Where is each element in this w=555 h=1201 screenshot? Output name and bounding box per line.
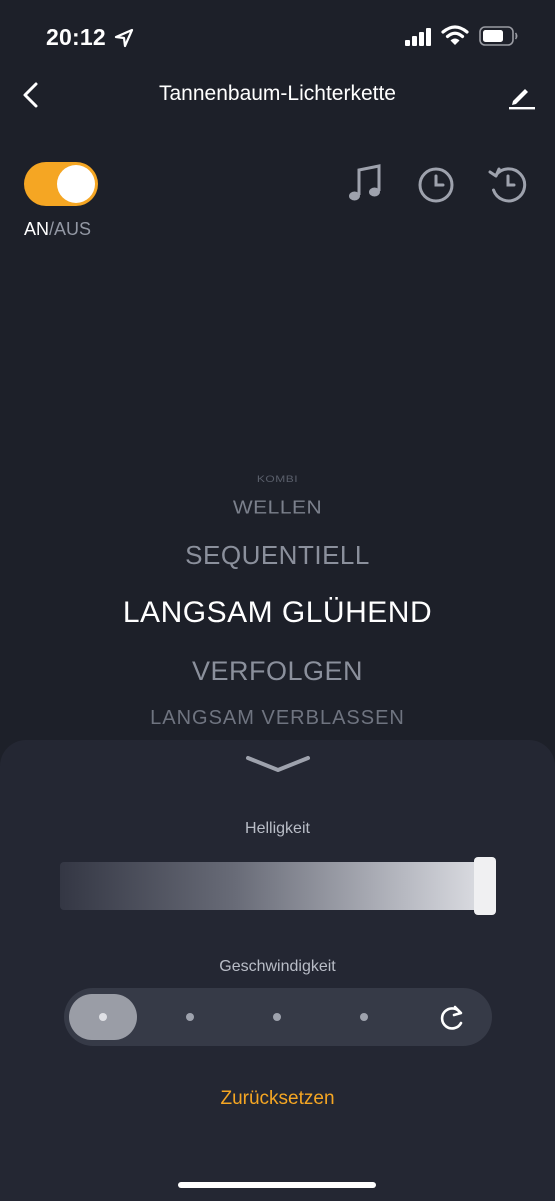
status-bar: 20:12 [0, 0, 555, 70]
brightness-track [60, 862, 496, 910]
mode-item[interactable]: LANGSAM VERBLASSEN [0, 707, 555, 730]
home-indicator [178, 1182, 376, 1188]
location-arrow-icon [114, 28, 134, 48]
speed-selector[interactable] [64, 988, 492, 1046]
toggle-knob [57, 165, 95, 203]
cellular-signal-icon [405, 28, 431, 46]
speed-dot [360, 1013, 368, 1021]
nav-bar: Tannenbaum-Lichterkette [0, 70, 555, 120]
speed-option-3[interactable] [242, 988, 312, 1046]
mode-item[interactable]: VERFOLGEN [0, 656, 555, 687]
mode-item[interactable]: WELLEN [0, 497, 555, 519]
speed-dot [99, 1013, 107, 1021]
schedule-history-icon[interactable] [487, 164, 527, 204]
page-title: Tannenbaum-Lichterkette [159, 82, 396, 105]
chevron-down-icon[interactable] [245, 754, 311, 774]
settings-sheet: Helligkeit Geschwindigkeit Zurücksetzen [0, 740, 555, 1201]
wifi-icon [441, 25, 469, 45]
power-state-label: AN/AUS [24, 219, 91, 240]
speed-option-1[interactable] [69, 994, 137, 1040]
reset-button[interactable]: Zurücksetzen [0, 1088, 555, 1110]
speed-dot [186, 1013, 194, 1021]
mode-item[interactable]: KOMBI [0, 474, 555, 485]
speed-label: Geschwindigkeit [219, 958, 336, 975]
edit-pencil-icon[interactable] [506, 81, 536, 111]
speed-dot [273, 1013, 281, 1021]
mode-item-selected[interactable]: LANGSAM GLÜHEND [0, 596, 555, 630]
battery-icon [479, 26, 518, 46]
off-label: AUS [54, 219, 92, 239]
timer-clock-icon[interactable] [417, 166, 455, 204]
music-note-icon[interactable] [346, 164, 384, 204]
status-time: 20:12 [46, 24, 106, 50]
brightness-label: Helligkeit [245, 820, 310, 837]
power-toggle[interactable] [24, 162, 98, 206]
speed-option-2[interactable] [155, 988, 225, 1046]
mode-item[interactable]: SEQUENTIELL [0, 540, 555, 571]
brightness-thumb[interactable] [474, 857, 496, 915]
speed-option-4[interactable] [329, 988, 399, 1046]
brightness-slider[interactable] [60, 857, 496, 915]
refresh-cycle-icon[interactable] [438, 1004, 466, 1032]
on-label: AN [24, 219, 50, 239]
